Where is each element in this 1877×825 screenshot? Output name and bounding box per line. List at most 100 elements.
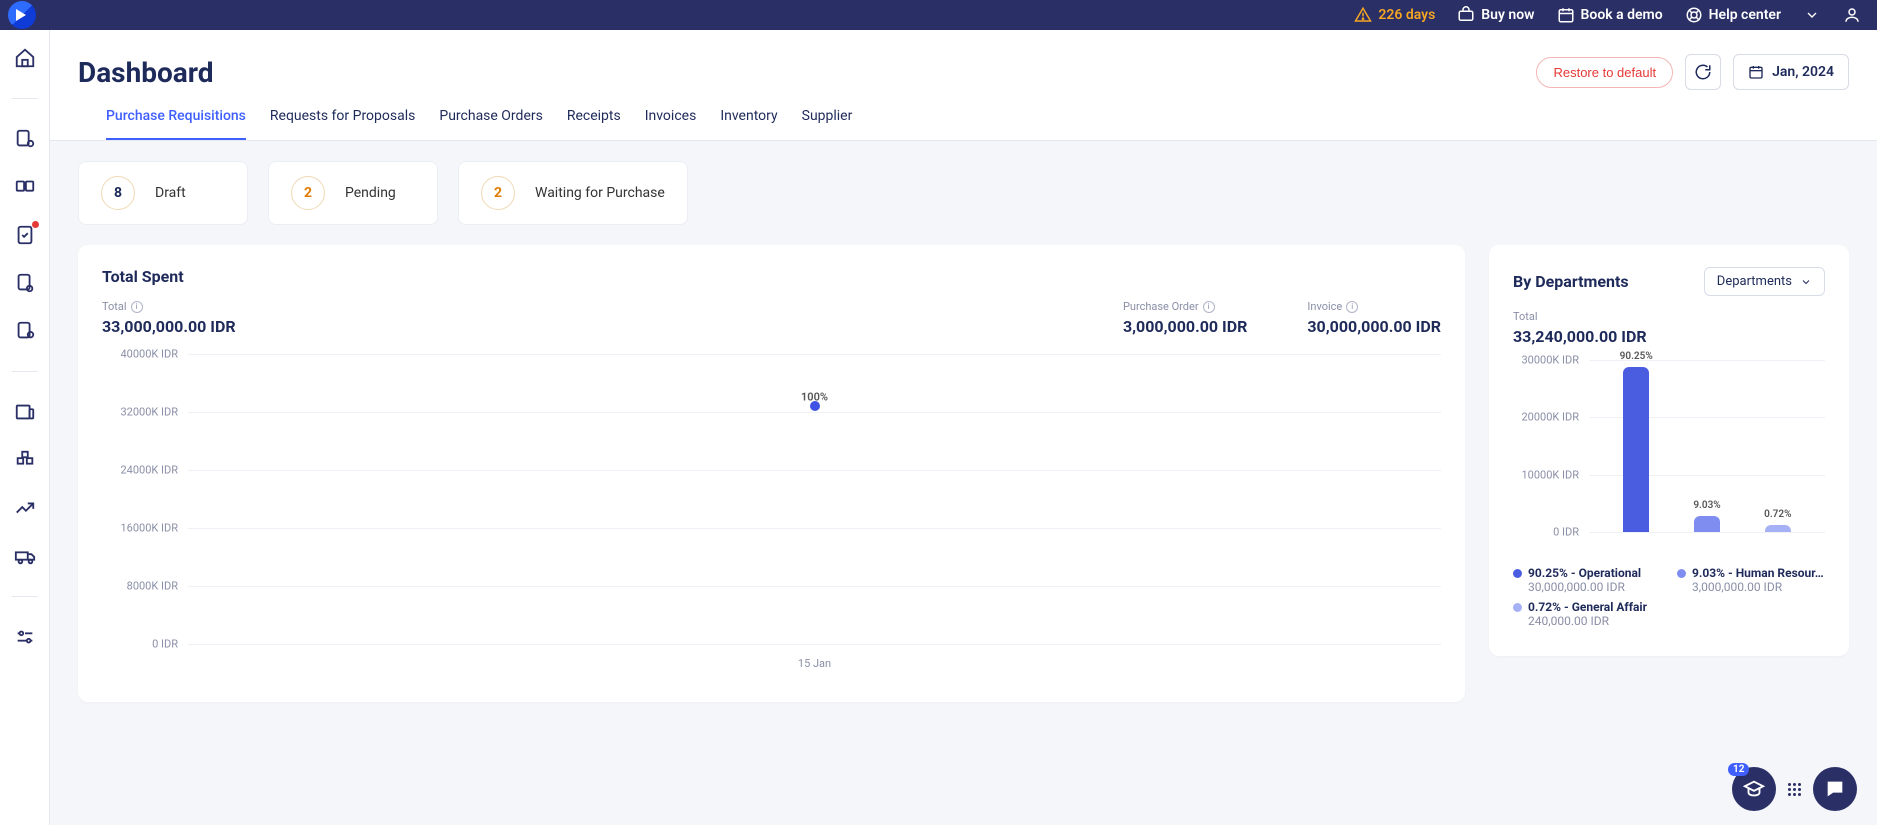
- sidebar-orders-icon[interactable]: [13, 223, 37, 247]
- bar-percent-label: 90.25%: [1620, 351, 1653, 362]
- departments-legend: 90.25% - Operational30,000,000.00 IDR 9.0…: [1513, 566, 1825, 628]
- sidebar-divider: [12, 371, 38, 372]
- grid-line: [188, 644, 1441, 645]
- lifebuoy-icon: [1685, 6, 1703, 24]
- legend-amount: 3,000,000.00 IDR: [1692, 580, 1825, 594]
- main-content: Dashboard Restore to default Jan, 2024 P…: [50, 30, 1877, 825]
- sidebar-invoices-icon[interactable]: [13, 319, 37, 343]
- sidebar-requisition-icon[interactable]: [13, 127, 37, 151]
- grid-line: [188, 412, 1441, 413]
- info-icon: i: [131, 301, 143, 313]
- legend-amount: 240,000.00 IDR: [1528, 614, 1661, 628]
- tab-requests-for-proposals[interactable]: Requests for Proposals: [270, 108, 415, 140]
- book-demo-button[interactable]: Book a demo: [1557, 6, 1663, 24]
- by-departments-title: By Departments: [1513, 272, 1629, 291]
- fab-badge-count: 12: [1728, 763, 1749, 776]
- chat-fab[interactable]: [1813, 767, 1857, 811]
- total-spent-chart: 40000K IDR32000K IDR24000K IDR16000K IDR…: [102, 354, 1441, 674]
- y-axis-tick: 10000K IDR: [1521, 468, 1579, 481]
- y-axis-tick: 0 IDR: [152, 638, 178, 651]
- grid-line: [188, 528, 1441, 529]
- legend-swatch-icon: [1513, 569, 1522, 578]
- status-count: 2: [291, 176, 325, 210]
- sidebar-analytics-icon[interactable]: [13, 496, 37, 520]
- floating-actions: 12: [1732, 767, 1857, 811]
- departments-select-label: Departments: [1717, 274, 1792, 289]
- buy-now-label: Buy now: [1481, 7, 1534, 23]
- trial-days[interactable]: 226 days: [1354, 6, 1435, 24]
- tab-purchase-requisitions[interactable]: Purchase Requisitions: [106, 108, 246, 140]
- legend-item: 0.72% - General Affair240,000.00 IDR: [1513, 600, 1661, 628]
- status-label: Waiting for Purchase: [535, 185, 665, 201]
- status-cards-row: 8Draft2Pending2Waiting for Purchase: [78, 161, 1849, 225]
- status-count: 2: [481, 176, 515, 210]
- sidebar-divider: [12, 596, 38, 597]
- total-spent-title: Total Spent: [102, 267, 184, 286]
- legend-amount: 30,000,000.00 IDR: [1528, 580, 1661, 594]
- bar: 90.25%: [1623, 367, 1649, 532]
- date-picker-label: Jan, 2024: [1772, 64, 1834, 80]
- page-title: Dashboard: [78, 56, 214, 89]
- sidebar-rfp-icon[interactable]: [13, 175, 37, 199]
- restore-default-button[interactable]: Restore to default: [1536, 57, 1673, 88]
- info-icon: i: [1203, 301, 1215, 313]
- tab-supplier[interactable]: Supplier: [802, 108, 853, 140]
- apps-grid-icon[interactable]: [1788, 783, 1801, 796]
- calendar-icon: [1748, 64, 1764, 80]
- status-count: 8: [101, 176, 135, 210]
- legend-item: 9.03% - Human Resour…3,000,000.00 IDR: [1677, 566, 1825, 594]
- topbar: 226 days Buy now Book a demo Help center: [0, 0, 1877, 30]
- refresh-button[interactable]: [1685, 54, 1721, 90]
- y-axis-tick: 8000K IDR: [127, 580, 178, 593]
- status-card[interactable]: 2 Waiting for Purchase: [458, 161, 688, 225]
- legend-item: 90.25% - Operational30,000,000.00 IDR: [1513, 566, 1661, 594]
- data-point: [810, 401, 820, 411]
- bar: 0.72%: [1765, 525, 1791, 532]
- help-center-button[interactable]: Help center: [1685, 6, 1781, 24]
- y-axis-tick: 32000K IDR: [120, 406, 178, 419]
- total-spent-card: Total Spent Totali33,000,000.00 IDRPurch…: [78, 245, 1465, 702]
- date-picker-button[interactable]: Jan, 2024: [1733, 54, 1849, 90]
- sidebar-settings-icon[interactable]: [13, 625, 37, 649]
- metric-value: 30,000,000.00 IDR: [1307, 317, 1441, 336]
- sidebar-shipping-icon[interactable]: [13, 544, 37, 568]
- help-center-label: Help center: [1709, 7, 1781, 23]
- book-demo-label: Book a demo: [1581, 7, 1663, 23]
- metric-label: Purchase Orderi: [1123, 300, 1247, 313]
- chevron-down-icon[interactable]: [1803, 6, 1821, 24]
- bar-percent-label: 0.72%: [1764, 509, 1791, 520]
- y-axis-tick: 30000K IDR: [1521, 354, 1579, 367]
- y-axis-tick: 0 IDR: [1553, 526, 1579, 539]
- dept-total-value: 33,240,000.00 IDR: [1513, 327, 1825, 346]
- academy-fab[interactable]: 12: [1732, 767, 1776, 811]
- user-icon[interactable]: [1843, 6, 1861, 24]
- trial-days-text: 226 days: [1378, 7, 1435, 23]
- status-card[interactable]: 8 Draft: [78, 161, 248, 225]
- page-header: Dashboard Restore to default Jan, 2024 P…: [50, 30, 1877, 141]
- tabs: Purchase Requisitions Requests for Propos…: [78, 90, 1849, 140]
- grid-line: [188, 354, 1441, 355]
- sidebar-divider: [12, 98, 38, 99]
- grid-line: [1589, 532, 1825, 533]
- legend-swatch-icon: [1513, 603, 1522, 612]
- legend-swatch-icon: [1677, 569, 1686, 578]
- info-icon: i: [1346, 301, 1358, 313]
- sidebar-billing-icon[interactable]: [13, 400, 37, 424]
- tab-inventory[interactable]: Inventory: [720, 108, 777, 140]
- tab-purchase-orders[interactable]: Purchase Orders: [439, 108, 542, 140]
- by-departments-card: By Departments Departments Total 33,240,…: [1489, 245, 1849, 656]
- legend-name: 0.72% - General Affair: [1528, 600, 1647, 614]
- tab-receipts[interactable]: Receipts: [567, 108, 621, 140]
- sidebar-home-icon[interactable]: [13, 46, 37, 70]
- departments-select[interactable]: Departments: [1704, 267, 1825, 296]
- sidebar-inventory-icon[interactable]: [13, 448, 37, 472]
- sidebar-receipts-icon[interactable]: [13, 271, 37, 295]
- tab-invoices[interactable]: Invoices: [645, 108, 697, 140]
- legend-name: 9.03% - Human Resour…: [1692, 566, 1824, 580]
- buy-now-button[interactable]: Buy now: [1457, 6, 1534, 24]
- metric-label: Invoicei: [1307, 300, 1441, 313]
- grid-line: [188, 586, 1441, 587]
- status-label: Draft: [155, 185, 186, 201]
- status-card[interactable]: 2Pending: [268, 161, 438, 225]
- sidebar: [0, 30, 50, 825]
